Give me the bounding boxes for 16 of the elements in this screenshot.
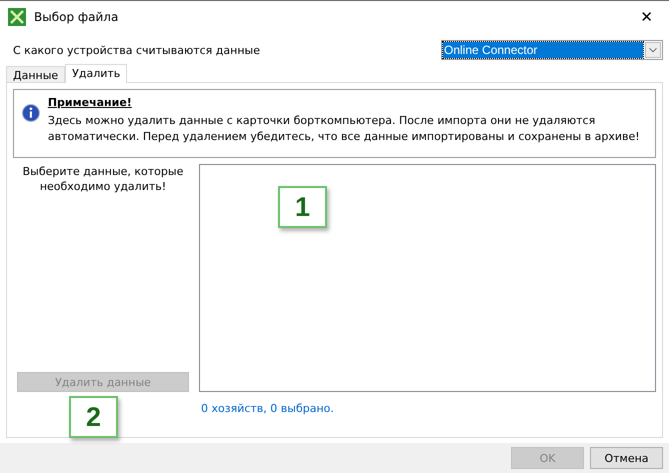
window-title: Выбор файла xyxy=(34,10,120,24)
data-list[interactable] xyxy=(199,164,656,392)
cancel-button[interactable]: Отмена xyxy=(590,447,663,469)
note-title: Примечание! xyxy=(48,96,133,109)
instruction-text: Выберите данные, которые необходимо удалить! xyxy=(22,164,184,194)
device-dropdown[interactable]: Online Connector xyxy=(441,40,663,60)
status-text: 0 хозяйств, 0 выбрано. xyxy=(200,402,335,415)
tab[interactable]: Удалить xyxy=(65,64,128,83)
caret-icon xyxy=(645,42,661,58)
device-label: С какого устройства считываются данные xyxy=(13,44,260,56)
callout-number: 2 xyxy=(69,396,118,438)
tab[interactable]: Данные xyxy=(6,66,66,83)
note-text: Здесь можно удалить данные с карточки борткомпьютера. После импорта они не удаляются автоматически. Перед удалением убедитесь, что все данные импортированы и сохранены в архиве! xyxy=(48,113,641,145)
app-logo-icon xyxy=(8,8,26,26)
callout-number: 1 xyxy=(278,186,327,228)
close-button[interactable]: ✕ xyxy=(640,8,661,26)
